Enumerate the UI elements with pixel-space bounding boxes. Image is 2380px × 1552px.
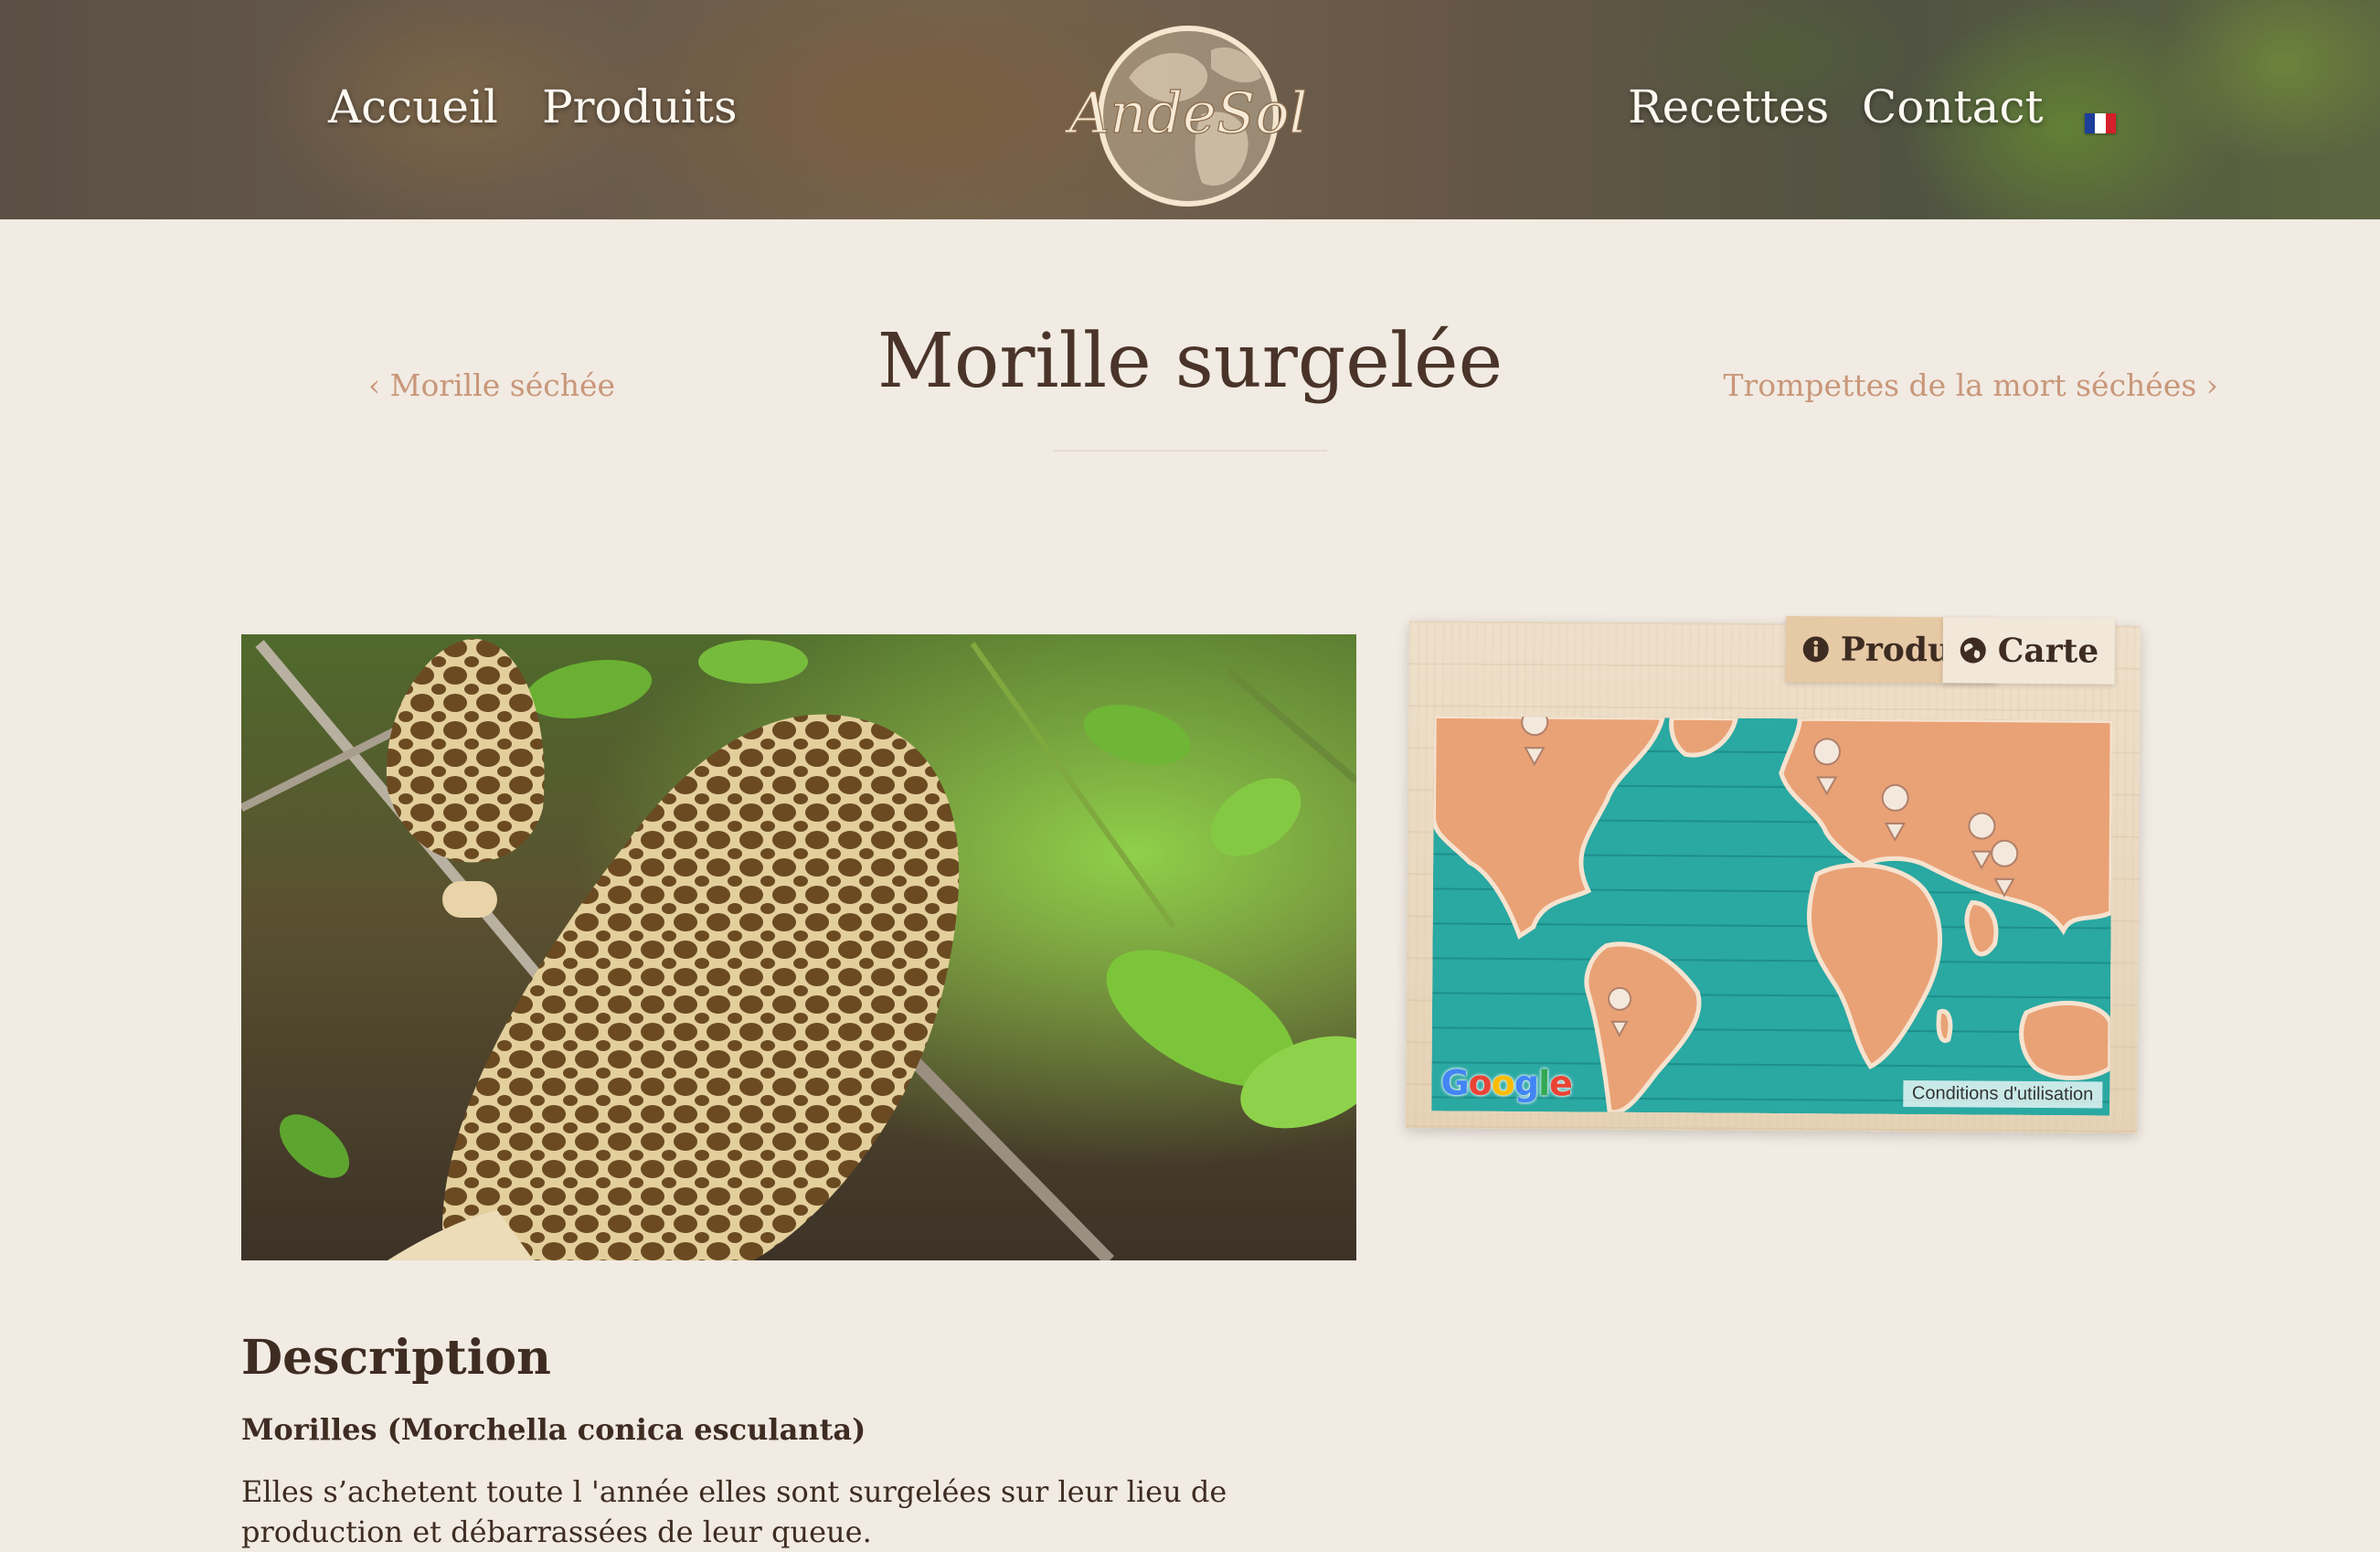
nav-recettes[interactable]: Recettes bbox=[1628, 84, 1829, 130]
fr-flag-icon[interactable] bbox=[2085, 113, 2116, 133]
product-photo-morel bbox=[241, 634, 1356, 1260]
info-icon bbox=[1802, 636, 1829, 663]
globe-icon bbox=[1960, 637, 1986, 664]
tab-carte[interactable]: Carte bbox=[1942, 617, 2116, 685]
product-info-panel: Produit Carte Google Conditions d'utilis… bbox=[1406, 616, 2141, 1133]
next-product-link[interactable]: Trompettes de la mort séchées › bbox=[1723, 370, 2218, 400]
title-divider bbox=[1053, 450, 1327, 452]
prev-product-link[interactable]: ‹ Morille séchée bbox=[368, 370, 615, 400]
world-map[interactable]: Google Conditions d'utilisation bbox=[1431, 716, 2113, 1116]
nav-contact[interactable]: Contact bbox=[1862, 84, 2044, 130]
map-terms-link[interactable]: Conditions d'utilisation bbox=[1902, 1079, 2103, 1109]
page-title: Morille surgelée bbox=[877, 318, 1503, 405]
google-logo[interactable]: Google bbox=[1440, 1062, 1572, 1103]
andesol-logo[interactable]: AndeSol bbox=[1065, 14, 1312, 210]
description-heading: Description bbox=[241, 1330, 551, 1386]
nav-produits[interactable]: Produits bbox=[542, 84, 738, 130]
site-header: Accueil Produits AndeSol Recettes Contac… bbox=[0, 0, 2380, 219]
description-text: Elles s’achetent toute l 'année elles so… bbox=[241, 1474, 1227, 1549]
nav-accueil[interactable]: Accueil bbox=[328, 84, 498, 130]
description-subtitle: Morilles (Morchella conica esculanta) bbox=[241, 1412, 866, 1447]
logo-text: AndeSol bbox=[1065, 80, 1307, 146]
tab-carte-label: Carte bbox=[1997, 631, 2099, 671]
